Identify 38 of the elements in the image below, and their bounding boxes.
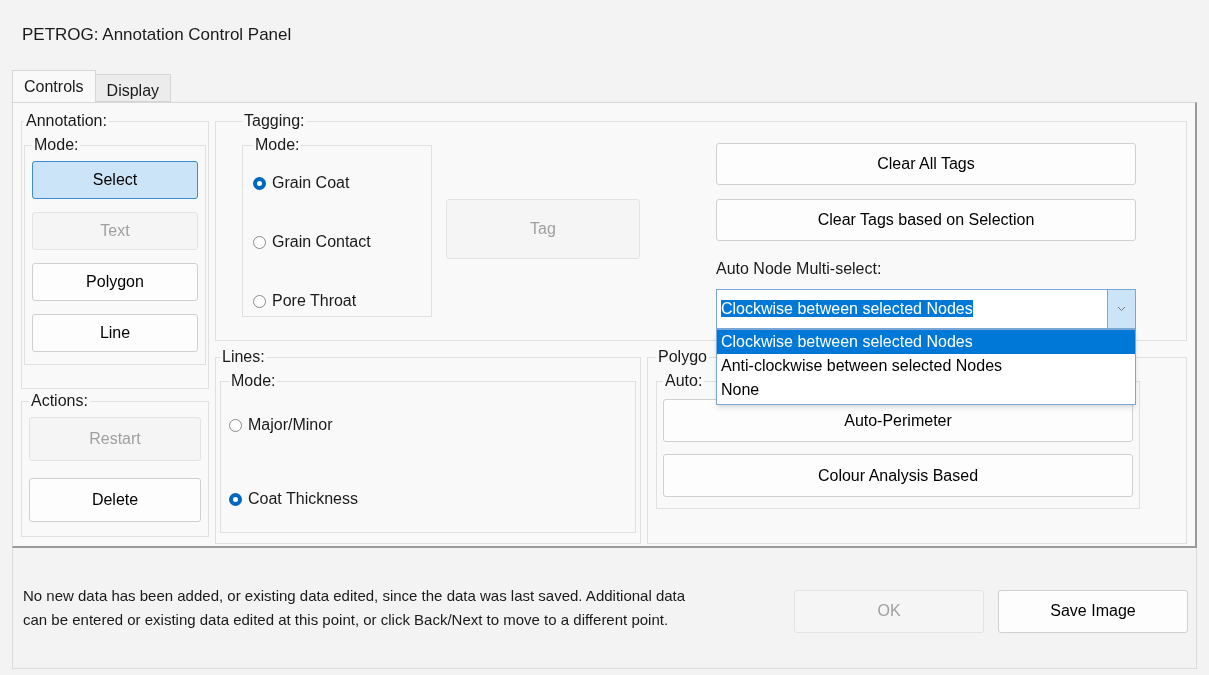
window-title: PETROG: Annotation Control Panel — [22, 24, 292, 47]
group-label: Auto: — [665, 372, 703, 389]
radio-button[interactable] — [253, 176, 266, 190]
radio-button[interactable] — [229, 492, 242, 506]
dropdown-option[interactable]: Clockwise between selected Nodes — [717, 330, 1135, 354]
group-label: Mode: — [231, 372, 276, 389]
group-label: Annotation: — [26, 112, 107, 129]
radio-button[interactable] — [253, 235, 266, 249]
action-button[interactable]: Delete — [29, 478, 201, 522]
mode-button[interactable]: Line — [32, 314, 198, 352]
status-message: No new data has been added, or existing data edited, since the data was last saved. Additional data can be entered or existing data edited at this point, or click Back/Next to move to a different point. — [23, 586, 687, 630]
group-label: Tagging: — [244, 112, 305, 129]
mode-button[interactable]: Select — [32, 161, 198, 199]
chevron-down-icon — [1117, 306, 1126, 312]
dropdown-option[interactable]: Anti-clockwise between selected Nodes — [717, 354, 1135, 378]
field-label: Auto Node Multi-select: — [716, 259, 883, 279]
dropdown-option[interactable]: None — [717, 378, 1135, 402]
radio-label: Major/Minor — [248, 415, 333, 435]
group-label: Actions: — [31, 392, 88, 409]
group-label: Mode: — [34, 136, 79, 153]
radio-label: Grain Coat — [272, 173, 350, 193]
group-label: Polygo — [658, 348, 707, 365]
radio-label: Pore Throat — [272, 291, 357, 311]
mode-button[interactable]: Polygon — [32, 263, 198, 301]
dialog-button[interactable]: Save Image — [998, 589, 1188, 633]
radio-button[interactable] — [253, 294, 266, 308]
radio-button[interactable] — [229, 418, 242, 432]
radio-label: Coat Thickness — [248, 489, 358, 509]
selected-value: Clockwise between selected Nodes — [721, 300, 973, 317]
tab[interactable]: Display — [95, 74, 172, 102]
group-label: Mode: — [255, 136, 300, 153]
group-label: Lines: — [222, 348, 265, 365]
radio-label: Grain Contact — [272, 232, 371, 252]
auto-analysis-button[interactable]: Colour Analysis Based — [663, 454, 1133, 497]
dropdown-select[interactable]: Clockwise between selected Nodes — [716, 289, 1136, 329]
clear-tags-button[interactable]: Clear Tags based on Selection — [716, 199, 1136, 241]
tab[interactable]: Controls — [12, 70, 96, 102]
clear-tags-button[interactable]: Clear All Tags — [716, 143, 1136, 185]
